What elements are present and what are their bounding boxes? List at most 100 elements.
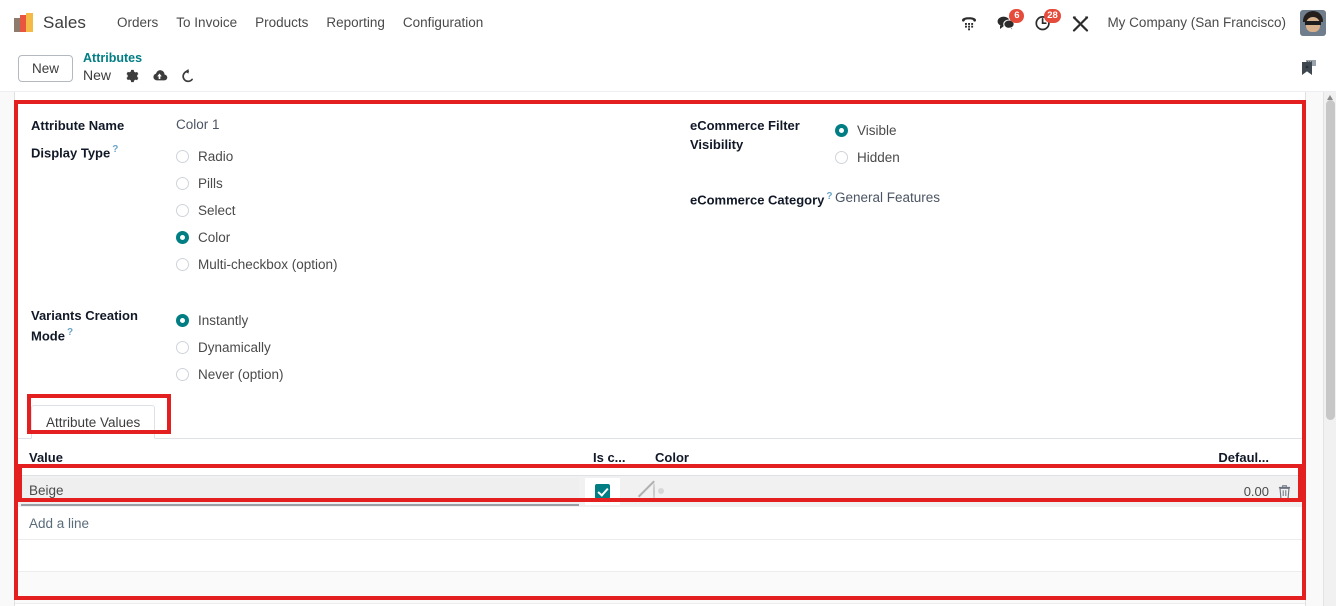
column-header-default-extra-price[interactable]: Defaul... [1167,438,1305,476]
variants-mode-option-never[interactable]: Never (option) [176,361,660,388]
display-type-option-pills[interactable]: Pills [176,170,660,197]
display-type-option-multi-checkbox[interactable]: Multi-checkbox (option) [176,251,660,278]
display-type-option-color[interactable]: Color [176,224,660,251]
menu-products[interactable]: Products [246,9,317,36]
display-type-option-select[interactable]: Select [176,197,660,224]
add-a-line-link[interactable]: Add a line [15,509,1305,538]
attribute-name-input[interactable]: Color 1 [176,114,660,132]
ecommerce-category-tooltip-icon[interactable]: ? [826,191,832,202]
attribute-name-value: Color 1 [176,117,220,132]
menu-to-invoice[interactable]: To Invoice [167,9,246,36]
is-custom-checkbox[interactable] [595,484,610,500]
scrollbar-thumb[interactable] [1326,100,1335,420]
app-name[interactable]: Sales [43,13,86,33]
menu-configuration[interactable]: Configuration [394,9,492,36]
display-type-label-text: Display Type [31,145,111,161]
odoo-sales-app-icon [14,12,34,33]
column-header-color[interactable]: Color [647,438,1167,476]
attribute-name-label: Attribute Name [31,118,125,133]
form-fields-grid: Attribute Name Color 1 Display Type? Rad… [15,92,1305,392]
apps-tools-button[interactable] [1062,10,1099,36]
field-display-type: Display Type? Radio Pills Select Color M… [31,140,660,278]
display-type-option-label: Multi-checkbox (option) [198,256,338,272]
cell-value[interactable]: Beige [15,475,585,508]
ecommerce-visibility-option-label: Visible [857,123,897,138]
voip-button[interactable] [951,10,987,36]
ecommerce-category-value: General Features [835,190,941,205]
add-a-line-row[interactable]: Add a line [15,507,1305,540]
variants-mode-option-label: Never (option) [198,366,284,382]
breadcrumb: Attributes New [83,51,202,84]
column-header-is-custom[interactable]: Is c... [585,438,647,476]
new-button[interactable]: New [18,54,74,82]
control-panel-right [1295,59,1324,78]
breadcrumb-current-record: New [83,67,112,84]
radio-unchecked-icon [176,340,189,354]
variants-creation-mode-label-text: Variants Creation Mode [31,307,138,344]
form-column-left: Attribute Name Color 1 Display Type? Rad… [15,114,660,392]
ecommerce-filter-visibility-label: eCommerce Filter Visibility [690,118,800,152]
add-a-line-cell[interactable]: Add a line [15,507,1305,540]
company-switcher[interactable]: My Company (San Francisco) [1099,11,1294,34]
variants-mode-option-label: Instantly [198,312,249,328]
no-color-swatch-icon[interactable] [653,483,655,501]
column-header-value[interactable]: Value [15,438,585,476]
variants-creation-mode-label: Variants Creation Mode? [31,304,176,346]
radio-checked-icon [835,124,848,137]
variants-mode-option-dynamically[interactable]: Dynamically [176,334,660,361]
messaging-button[interactable]: 6 [987,8,1025,36]
variants-mode-option-label: Dynamically [198,339,271,355]
trash-icon[interactable] [1278,484,1297,499]
display-type-label: Display Type? [31,140,176,163]
form-sheet: Attribute Name Color 1 Display Type? Rad… [14,92,1306,606]
display-type-option-radio[interactable]: Radio [176,143,660,170]
radio-unchecked-icon [176,367,189,381]
undo-icon[interactable] [174,68,202,83]
phone-icon [962,16,977,30]
activities-button[interactable]: 28 [1025,8,1062,36]
cell-default-extra-price[interactable]: 0.00 [1167,475,1305,508]
table-filler-row [15,571,1305,604]
table-filler-row [15,539,1305,572]
value-input[interactable]: Beige [21,477,579,506]
cell-color[interactable] [647,475,1167,508]
field-ecommerce-filter-visibility: eCommerce Filter Visibility Visible Hidd… [690,114,1305,171]
variants-creation-mode-tooltip-icon[interactable]: ? [67,327,73,338]
ecommerce-filter-visibility-radio-group: Visible Hidden [835,117,1305,171]
display-type-option-label: Color [198,229,231,245]
top-navbar: Sales Orders To Invoice Products Reporti… [0,0,1336,45]
table-header-row: Value Is c... Color Defaul... [15,438,1305,476]
table-row[interactable]: Beige 0.00 [15,475,1305,508]
bookmark-icon[interactable] [1295,59,1324,78]
radio-checked-icon [176,313,189,327]
ecommerce-category-label: eCommerce Category? [690,187,835,210]
gear-icon[interactable] [119,69,145,83]
default-extra-price-value: 0.00 [1243,484,1269,500]
variants-creation-mode-radio-group: Instantly Dynamically Never (option) [176,307,660,388]
menu-reporting[interactable]: Reporting [317,9,394,36]
display-type-tooltip-icon[interactable]: ? [112,144,118,155]
tab-attribute-values[interactable]: Attribute Values [31,404,156,439]
ecommerce-visibility-option-label: Hidden [857,150,900,165]
cell-is-custom[interactable] [585,475,647,508]
vertical-scrollbar[interactable] [1323,92,1336,606]
display-type-option-label: Select [198,202,236,218]
avatar[interactable] [1300,9,1326,36]
variants-mode-option-instantly[interactable]: Instantly [176,307,660,334]
ecommerce-category-label-text: eCommerce Category [690,192,825,208]
breadcrumb-item-attributes[interactable]: Attributes [83,51,202,67]
display-type-option-label: Radio [198,148,234,164]
filler-cell [15,571,1305,604]
ecommerce-visibility-option-visible[interactable]: Visible [835,117,1305,144]
ecommerce-visibility-option-hidden[interactable]: Hidden [835,144,1305,171]
cloud-upload-icon[interactable] [145,69,174,83]
form-column-right: eCommerce Filter Visibility Visible Hidd… [660,114,1305,392]
notebook: Attribute Values Value Is c... Color Def… [15,404,1305,606]
systray: 6 28 My Company (San Francisco) [951,8,1326,36]
form-sheet-area: Attribute Name Color 1 Display Type? Rad… [0,92,1336,606]
menu-orders[interactable]: Orders [108,9,167,36]
radio-checked-icon [176,230,189,244]
display-type-option-label: Pills [198,175,223,191]
attribute-values-table: Value Is c... Color Defaul... Beige 0.00… [15,438,1305,606]
ecommerce-category-input[interactable]: General Features [835,187,1305,205]
